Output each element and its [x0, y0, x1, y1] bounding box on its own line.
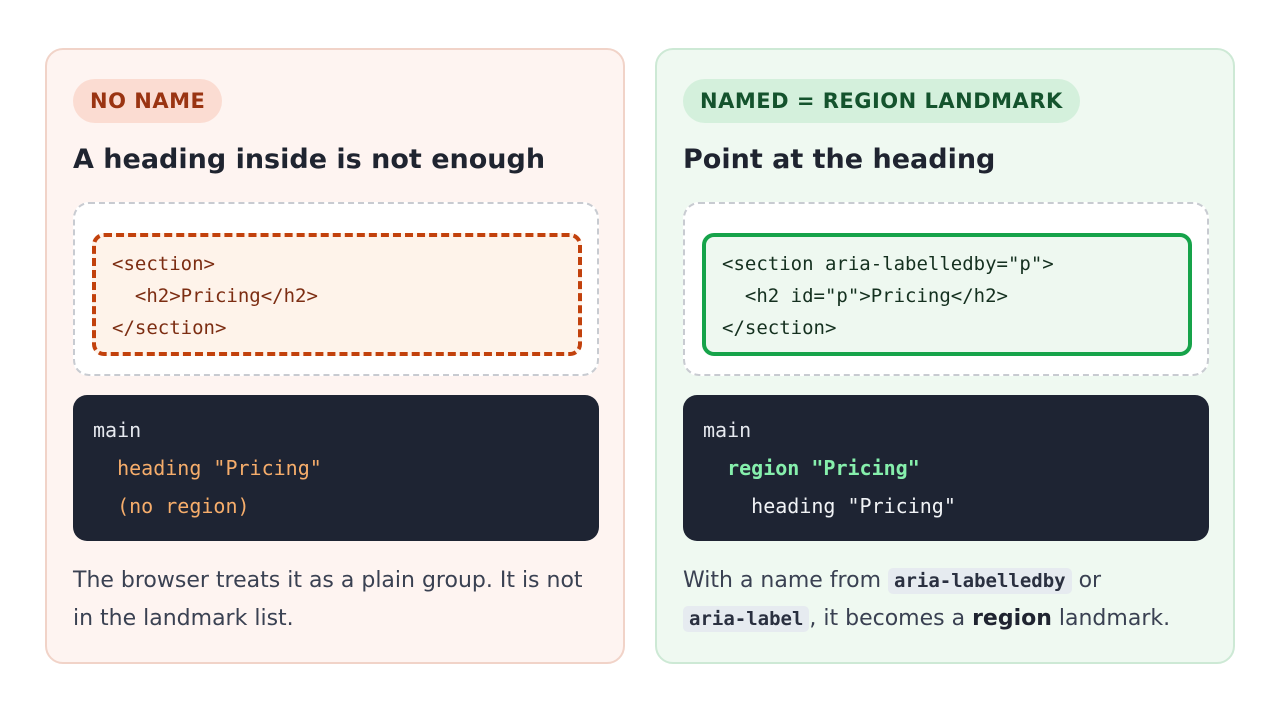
no-name-card: NO NAME A heading inside is not enough <…: [45, 48, 625, 664]
code-line: <section aria-labelledby="p">: [722, 253, 1054, 275]
code-example-frame: <section> <h2>Pricing</h2> </section>: [73, 202, 599, 376]
code-line: <section>: [112, 253, 215, 275]
named-title: Point at the heading: [683, 144, 996, 175]
tree-node-heading: heading "Pricing": [93, 456, 322, 480]
region-emphasis: region: [972, 606, 1052, 631]
desc-text: , it becomes a: [809, 606, 973, 631]
named-description: With a name from aria-labelledby or aria…: [683, 562, 1213, 638]
no-name-description: The browser treats it as a plain group. …: [73, 568, 583, 631]
code-snippet: <section aria-labelledby="p"> <h2 id="p"…: [702, 233, 1192, 356]
code-snippet: <section> <h2>Pricing</h2> </section>: [92, 233, 582, 356]
tree-node-main: main: [703, 418, 752, 442]
named-badge: NAMED = REGION LANDMARK: [683, 79, 1080, 123]
tree-node-no-region: (no region): [93, 494, 250, 518]
comparison-diagram: NO NAME A heading inside is not enough <…: [0, 0, 1280, 718]
accessibility-tree: main region "Pricing" heading "Pricing": [683, 395, 1209, 541]
code-line: <h2 id="p">Pricing</h2>: [722, 285, 1008, 307]
named-card: NAMED = REGION LANDMARK Point at the hea…: [655, 48, 1235, 664]
code-example-frame: <section aria-labelledby="p"> <h2 id="p"…: [683, 202, 1209, 376]
desc-text: landmark.: [1051, 606, 1171, 631]
code-line: </section>: [112, 317, 227, 339]
desc-text: With a name from: [683, 568, 888, 593]
accessibility-tree: main heading "Pricing" (no region): [73, 395, 599, 541]
no-name-title: A heading inside is not enough: [73, 144, 546, 175]
tree-node-region: region "Pricing": [703, 456, 920, 480]
tree-node-heading: heading "Pricing": [703, 494, 956, 518]
code-line: <h2>Pricing</h2>: [112, 285, 318, 307]
code-line: </section>: [722, 317, 837, 339]
desc-text: or: [1071, 568, 1102, 593]
code-aria-labelledby: aria-labelledby: [888, 568, 1072, 594]
code-aria-label: aria-label: [683, 606, 810, 632]
tree-node-main: main: [93, 418, 142, 442]
no-name-badge: NO NAME: [73, 79, 223, 123]
